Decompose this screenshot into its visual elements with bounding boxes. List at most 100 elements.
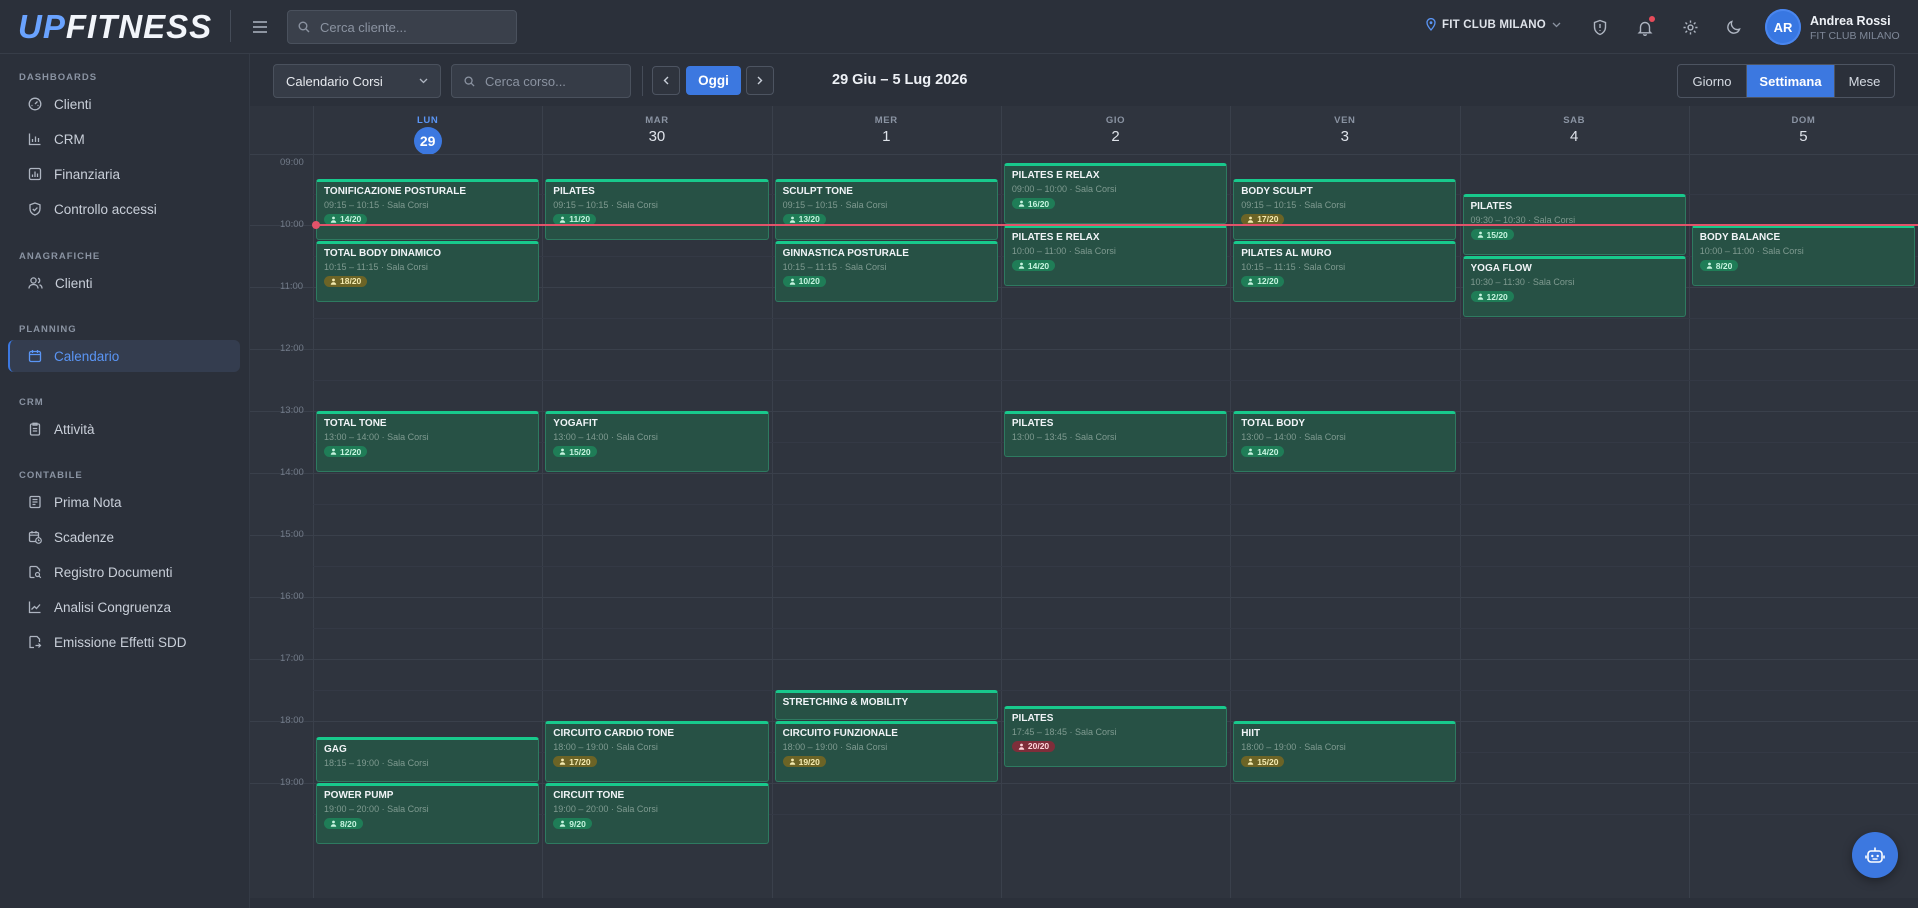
course-event[interactable]: CIRCUITO CARDIO TONE 18:00 – 19:00 · Sala… — [545, 721, 769, 782]
bell-icon[interactable] — [1634, 16, 1656, 38]
event-end: 14:00 — [1273, 432, 1297, 442]
view-month-button[interactable]: Mese — [1834, 65, 1894, 97]
capacity-count: 20/20 — [1027, 741, 1050, 751]
course-event[interactable]: YOGA FLOW 10:30 – 11:30 · Sala Corsi 12/20 — [1462, 256, 1686, 317]
hour-line — [250, 535, 1918, 536]
event-end: 10:15 — [356, 199, 380, 210]
time-label: 11:00 — [280, 281, 304, 292]
course-event[interactable]: TOTAL BODY DINAMICO 10:15 – 11:15 · Sala … — [316, 240, 540, 302]
course-event[interactable]: HIIT 18:00 – 19:00 · Sala Corsi 15/20 — [1233, 721, 1457, 782]
capacity-count: 8/20 — [340, 818, 357, 829]
app-logo[interactable]: UPFITNESS — [18, 10, 212, 44]
course-search-input[interactable] — [483, 72, 623, 90]
course-event[interactable]: POWER PUMP 19:00 – 20:00 · Sala Corsi 8/20 — [316, 783, 540, 844]
location-pin-icon — [1426, 18, 1436, 31]
course-event[interactable]: PILATES 17:45 – 18:45 · Sala Corsi 20/20 — [1003, 705, 1228, 767]
event-time-room: 10:15 – 11:15 · Sala Corsi — [783, 262, 990, 272]
room-separator: · — [837, 261, 845, 272]
sidebar-item-analisi-congruenza[interactable]: Analisi Congruenza — [8, 591, 240, 623]
day-header[interactable]: MER 1 — [772, 106, 1001, 154]
event-time-room: 17:45 – 18:45 · Sala Corsi — [1012, 727, 1219, 737]
sidebar-item-label: Scadenze — [54, 529, 115, 545]
sidebar-item-controllo-accessi[interactable]: Controllo accessi — [8, 193, 240, 225]
sidebar-item-anagrafiche-clienti[interactable]: Clienti — [8, 267, 240, 299]
event-start: 10:15 — [1241, 261, 1264, 272]
event-room: Sala Corsi — [1304, 742, 1346, 752]
course-event[interactable]: BODY BALANCE 10:00 – 11:00 · Sala Corsi 8/… — [1691, 225, 1916, 286]
sidebar-item-prima-nota[interactable]: Prima Nota — [8, 486, 240, 518]
day-header[interactable]: GIO 2 — [1001, 106, 1230, 154]
sidebar-item-attivita[interactable]: Attività — [8, 413, 240, 445]
course-event[interactable]: PILATES 09:15 – 10:15 · Sala Corsi 11/20 — [545, 178, 769, 240]
course-event[interactable]: TOTAL TONE 13:00 – 14:00 · Sala Corsi 12/2… — [316, 411, 540, 472]
course-event[interactable]: GINNASTICA POSTURALE 10:15 – 11:15 · Sala… — [774, 240, 998, 302]
event-end: 18:45 — [1044, 726, 1067, 737]
event-time-room: 10:00 – 11:00 · Sala Corsi — [1012, 246, 1219, 256]
half-hour-line — [313, 504, 1918, 505]
client-search[interactable] — [287, 10, 517, 44]
capacity-badge: 17/20 — [553, 756, 597, 767]
view-week-button[interactable]: Settimana — [1746, 65, 1834, 97]
user-info[interactable]: Andrea Rossi FIT CLUB MILANO — [1810, 14, 1900, 42]
client-search-input[interactable] — [318, 18, 498, 36]
capacity-count: 13/20 — [798, 214, 820, 224]
moon-icon[interactable] — [1723, 16, 1745, 38]
day-header[interactable]: DOM 5 — [1689, 106, 1918, 154]
day-header[interactable]: SAB 4 — [1460, 106, 1689, 154]
prev-week-button[interactable] — [652, 66, 680, 95]
course-event[interactable]: CIRCUITO FUNZIONALE 18:00 – 19:00 · Sala … — [774, 721, 998, 782]
bank-transfer-icon — [28, 635, 42, 649]
day-number: 3 — [1340, 128, 1349, 145]
hamburger-menu-icon[interactable] — [248, 15, 272, 39]
sidebar-item-dashboard-clienti[interactable]: Clienti — [8, 88, 240, 120]
event-time-room: 19:00 – 20:00 · Sala Corsi — [553, 804, 760, 814]
next-week-button[interactable] — [746, 66, 774, 95]
report-icon — [28, 167, 42, 181]
event-start: 10:15 — [324, 261, 347, 272]
trend-icon — [28, 600, 42, 614]
sidebar-item-calendario[interactable]: Calendario — [8, 340, 240, 372]
shield-icon[interactable] — [1589, 16, 1611, 38]
day-header[interactable]: MAR 30 — [542, 106, 771, 154]
course-event[interactable]: SCULPT TONE 09:15 – 10:15 · Sala Corsi 13/… — [774, 178, 998, 240]
people-icon — [1247, 448, 1254, 455]
day-header[interactable]: VEN 3 — [1230, 106, 1459, 154]
event-title: STRETCHING & MOBILITY — [782, 697, 909, 708]
club-selector[interactable]: FIT CLUB MILANO — [1426, 18, 1561, 31]
event-title: GAG — [324, 743, 347, 755]
course-event[interactable]: PILATES AL MURO 10:15 – 11:15 · Sala Cors… — [1233, 240, 1457, 302]
course-event[interactable]: PILATES E RELAX 10:00 – 11:00 · Sala Cors… — [1003, 225, 1228, 286]
course-event[interactable]: YOGAFIT 13:00 – 14:00 · Sala Corsi 15/20 — [545, 411, 769, 472]
people-icon — [1018, 200, 1025, 207]
course-event[interactable]: PILATES E RELAX 09:00 – 10:00 · Sala Cors… — [1003, 163, 1228, 224]
course-event[interactable]: BODY SCULPT 09:15 – 10:15 · Sala Corsi 17/… — [1233, 178, 1457, 240]
course-event[interactable]: GAG 18:15 – 19:00 · Sala Corsi — [316, 736, 540, 782]
people-icon — [559, 216, 566, 223]
event-title: PILATES E RELAX — [1011, 232, 1100, 243]
course-event[interactable]: STRETCHING & MOBILITY — [774, 690, 998, 720]
sidebar-item-registro-documenti[interactable]: Registro Documenti — [8, 556, 240, 588]
people-icon — [789, 758, 796, 765]
view-day-button[interactable]: Giorno — [1678, 65, 1746, 97]
event-end: 10:15 — [815, 199, 838, 210]
time-separator: – — [346, 432, 357, 442]
day-header[interactable]: LUN 29 — [313, 106, 542, 155]
event-time-room: 13:00 – 13:45 · Sala Corsi — [1012, 432, 1219, 442]
day-name: SAB — [1563, 115, 1586, 126]
course-search[interactable] — [451, 64, 631, 98]
hour-line — [250, 473, 1918, 474]
calendar-select[interactable]: Calendario Corsi — [273, 64, 441, 98]
sidebar-item-crm-dashboard[interactable]: CRM — [8, 123, 240, 155]
course-event[interactable]: TOTAL BODY 13:00 – 14:00 · Sala Corsi 14/2… — [1233, 411, 1457, 472]
sidebar-item-scadenze[interactable]: Scadenze — [8, 521, 240, 553]
course-event[interactable]: TONIFICAZIONE POSTURALE 09:15 – 10:15 · S… — [316, 178, 540, 240]
gear-icon[interactable] — [1679, 16, 1701, 38]
assistant-bot-button[interactable] — [1852, 832, 1898, 878]
avatar[interactable]: AR — [1765, 9, 1801, 45]
sidebar-item-finanziaria[interactable]: Finanziaria — [8, 158, 240, 190]
today-button[interactable]: Oggi — [686, 66, 741, 95]
course-event[interactable]: PILATES 13:00 – 13:45 · Sala Corsi — [1003, 411, 1228, 457]
course-event[interactable]: CIRCUIT TONE 19:00 – 20:00 · Sala Corsi 9/… — [545, 783, 769, 844]
half-hour-line — [313, 690, 1918, 691]
sidebar-item-emissione-effetti-sdd[interactable]: Emissione Effetti SDD — [8, 626, 240, 658]
